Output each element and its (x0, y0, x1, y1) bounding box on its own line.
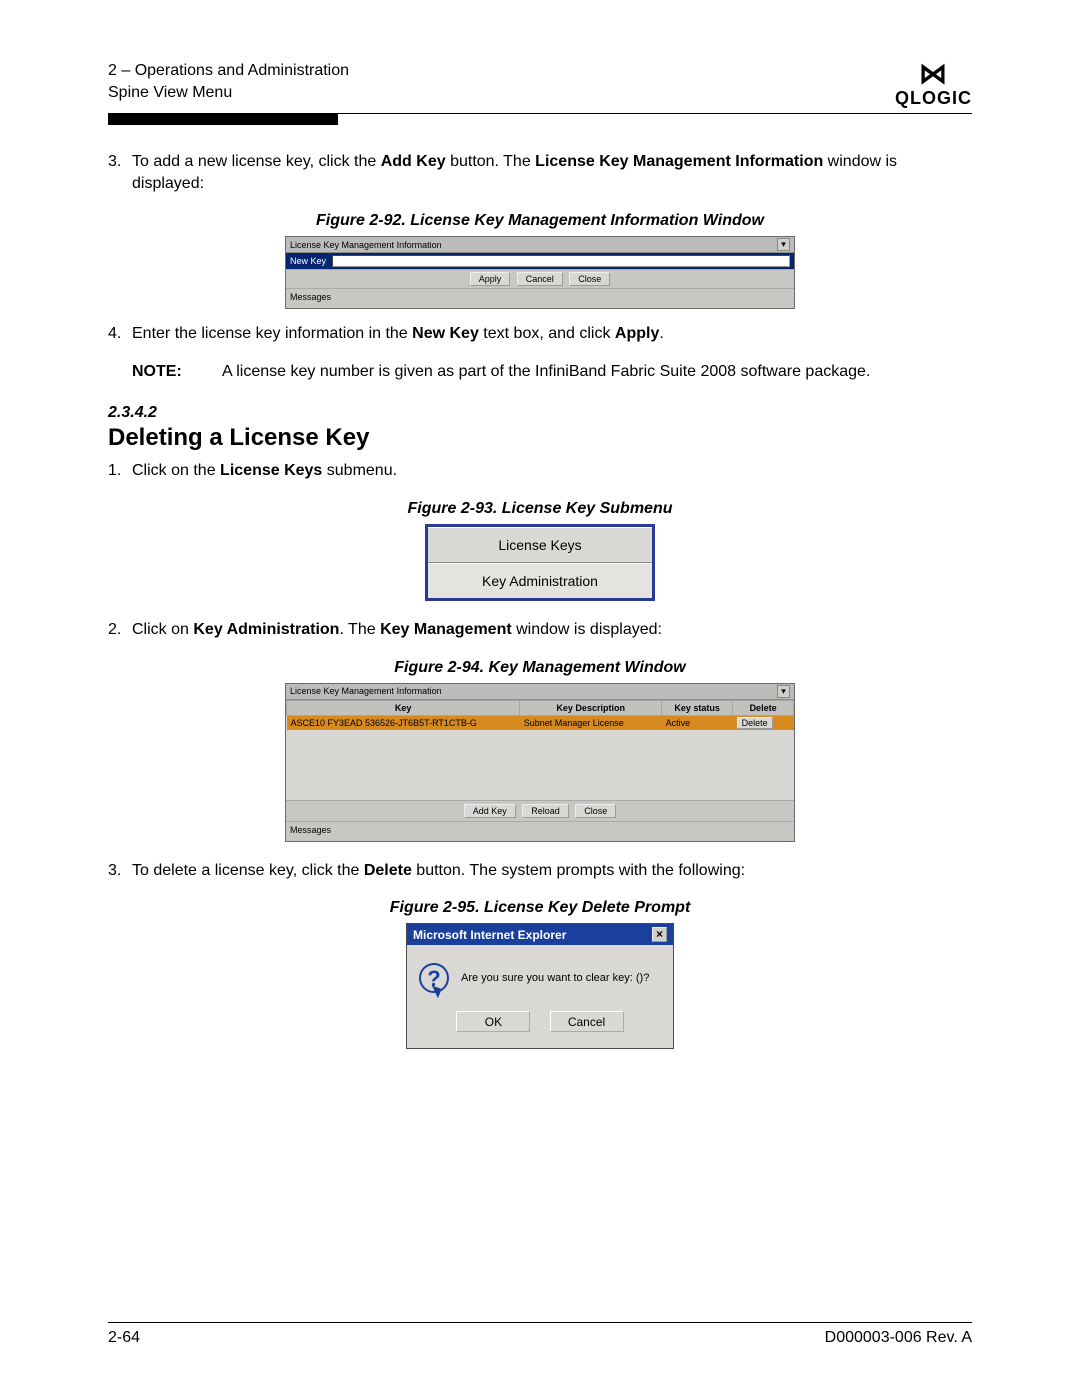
section-number: 2.3.4.2 (108, 404, 972, 422)
step-4: 4. Enter the license key information in … (108, 323, 972, 345)
cell-delete: Delete (733, 715, 794, 730)
close-icon[interactable]: ▾ (777, 685, 790, 698)
figure-92-window: License Key Management Information ▾ New… (285, 236, 795, 309)
fig94-messages: Messages (286, 822, 794, 841)
header-black-bar (108, 113, 338, 125)
menu-item-license-keys[interactable]: License Keys (428, 527, 652, 563)
col-desc: Key Description (520, 700, 662, 715)
header-text: 2 – Operations and Administration Spine … (108, 60, 349, 105)
fig94-button-row: Add Key Reload Close (286, 800, 794, 822)
question-icon: ? (419, 963, 449, 993)
doc-revision: D000003-006 Rev. A (825, 1329, 972, 1347)
section-title: Spine View Menu (108, 82, 349, 104)
step-text: To add a new license key, click the Add … (132, 151, 972, 194)
fig94-titlebar: License Key Management Information ▾ (286, 684, 794, 700)
menu-item-key-administration[interactable]: Key Administration (428, 563, 652, 598)
delete-button[interactable]: Delete (737, 717, 773, 729)
newkey-label: New Key (290, 256, 326, 266)
delete-step-2: 2. Click on Key Administration. The Key … (108, 619, 972, 641)
page-number: 2-64 (108, 1329, 140, 1347)
step-number: 4. (108, 323, 132, 345)
add-key-button[interactable]: Add Key (464, 804, 516, 818)
figure-95-dialog: Microsoft Internet Explorer × ? Are you … (406, 923, 674, 1049)
close-button[interactable]: Close (569, 272, 610, 286)
figure-93-wrap: License Keys Key Administration (425, 524, 655, 601)
page-header: 2 – Operations and Administration Spine … (108, 60, 972, 109)
fig95-title: Microsoft Internet Explorer (413, 928, 566, 942)
fig92-titlebar: License Key Management Information ▾ (286, 237, 794, 253)
figure-95-caption: Figure 2-95. License Key Delete Prompt (108, 899, 972, 917)
brand-name: QLOGIC (895, 88, 972, 109)
close-button[interactable]: Close (575, 804, 616, 818)
step-text: Click on the License Keys submenu. (132, 460, 972, 482)
fig95-titlebar: Microsoft Internet Explorer × (407, 924, 673, 945)
figure-93-caption: Figure 2-93. License Key Submenu (108, 500, 972, 518)
table-header-row: Key Key Description Key status Delete (287, 700, 794, 715)
delete-step-1: 1. Click on the License Keys submenu. (108, 460, 972, 482)
cell-desc: Subnet Manager License (520, 715, 662, 730)
note-text: A license key number is given as part of… (222, 361, 870, 383)
close-icon[interactable]: × (652, 927, 667, 942)
step-text: To delete a license key, click the Delet… (132, 860, 972, 882)
logo-glyph-icon: ⋈ (895, 60, 972, 88)
step-text: Click on Key Administration. The Key Man… (132, 619, 972, 641)
fig94-table: Key Key Description Key status Delete AS… (286, 700, 794, 800)
fig95-body: ? Are you sure you want to clear key: ()… (407, 945, 673, 1007)
table-row[interactable]: ASCE10 FY3EAD 536526-JT6B5T-RT1CTB-G Sub… (287, 715, 794, 730)
step-number: 1. (108, 460, 132, 482)
fig92-button-row: Apply Cancel Close (286, 269, 794, 289)
figure-92-caption: Figure 2-92. License Key Management Info… (108, 212, 972, 230)
step-3: 3. To add a new license key, click the A… (108, 151, 972, 194)
step-text: Enter the license key information in the… (132, 323, 972, 345)
cell-key: ASCE10 FY3EAD 536526-JT6B5T-RT1CTB-G (287, 715, 520, 730)
fig92-messages: Messages (286, 289, 794, 308)
step-number: 3. (108, 860, 132, 882)
figure-94-window: License Key Management Information ▾ Key… (285, 683, 795, 842)
newkey-input[interactable] (332, 255, 790, 267)
apply-button[interactable]: Apply (470, 272, 511, 286)
page-footer: 2-64 D000003-006 Rev. A (108, 1322, 972, 1347)
cancel-button[interactable]: Cancel (517, 272, 563, 286)
brand-logo: ⋈ QLOGIC (895, 60, 972, 109)
table-empty-space (287, 730, 794, 800)
section-heading: Deleting a License Key (108, 424, 972, 452)
close-icon[interactable]: ▾ (777, 238, 790, 251)
chapter-title: 2 – Operations and Administration (108, 60, 349, 82)
col-key: Key (287, 700, 520, 715)
note-label: NOTE: (132, 361, 222, 383)
ok-button[interactable]: OK (456, 1011, 530, 1032)
fig92-title: License Key Management Information (290, 240, 442, 250)
note-block: NOTE: A license key number is given as p… (132, 361, 972, 383)
reload-button[interactable]: Reload (522, 804, 569, 818)
fig95-buttons: OK Cancel (407, 1007, 673, 1048)
fig92-newkey-row: New Key (286, 253, 794, 269)
figure-93-menu: License Keys Key Administration (425, 524, 655, 601)
col-status: Key status (662, 700, 733, 715)
cell-status: Active (662, 715, 733, 730)
cancel-button[interactable]: Cancel (550, 1011, 624, 1032)
col-delete: Delete (733, 700, 794, 715)
figure-94-caption: Figure 2-94. Key Management Window (108, 659, 972, 677)
step-number: 2. (108, 619, 132, 641)
fig94-title: License Key Management Information (290, 686, 442, 696)
fig95-message: Are you sure you want to clear key: ()? (461, 972, 649, 984)
delete-step-3: 3. To delete a license key, click the De… (108, 860, 972, 882)
step-number: 3. (108, 151, 132, 194)
document-page: 2 – Operations and Administration Spine … (0, 0, 1080, 1099)
